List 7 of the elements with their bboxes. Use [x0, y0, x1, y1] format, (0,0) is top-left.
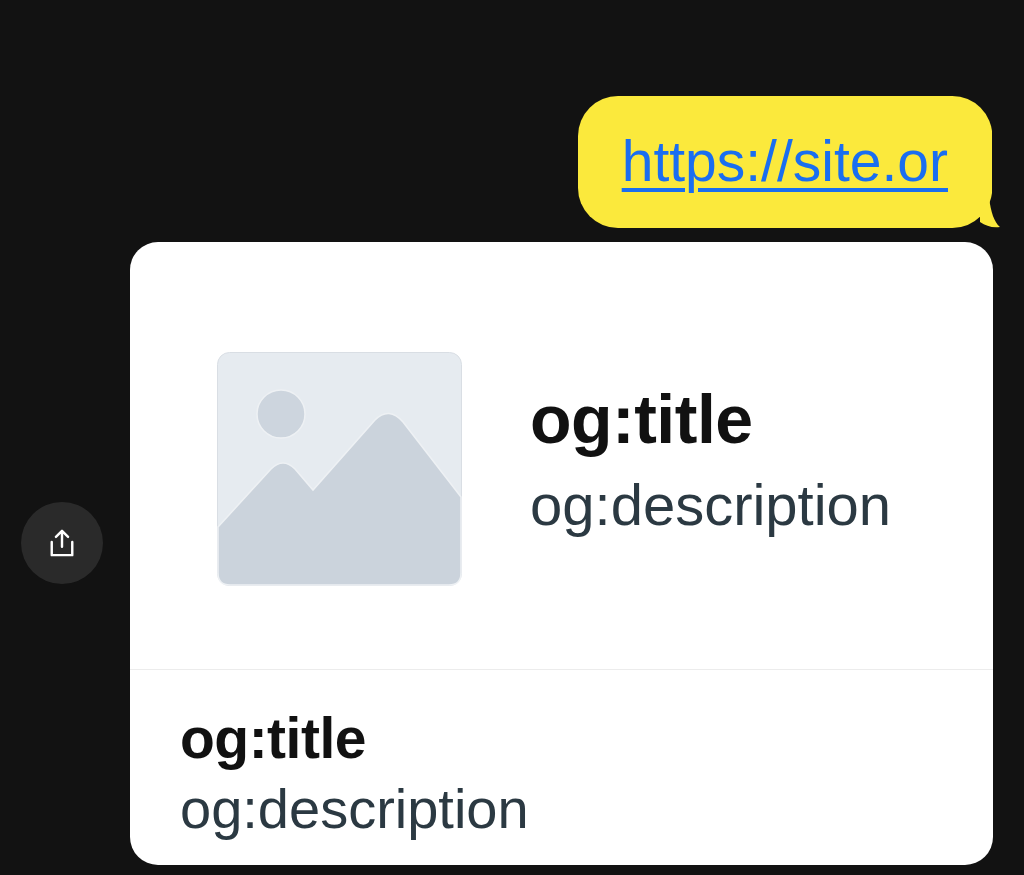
share-icon	[48, 528, 76, 558]
preview-description: og:description	[530, 470, 892, 539]
preview-title: og:title	[180, 706, 366, 772]
preview-title: og:title	[530, 379, 753, 458]
image-placeholder-icon	[217, 351, 462, 586]
link-preview-card[interactable]: og:title og:description og:title og:description	[130, 242, 993, 865]
preview-description: og:description	[180, 775, 529, 842]
